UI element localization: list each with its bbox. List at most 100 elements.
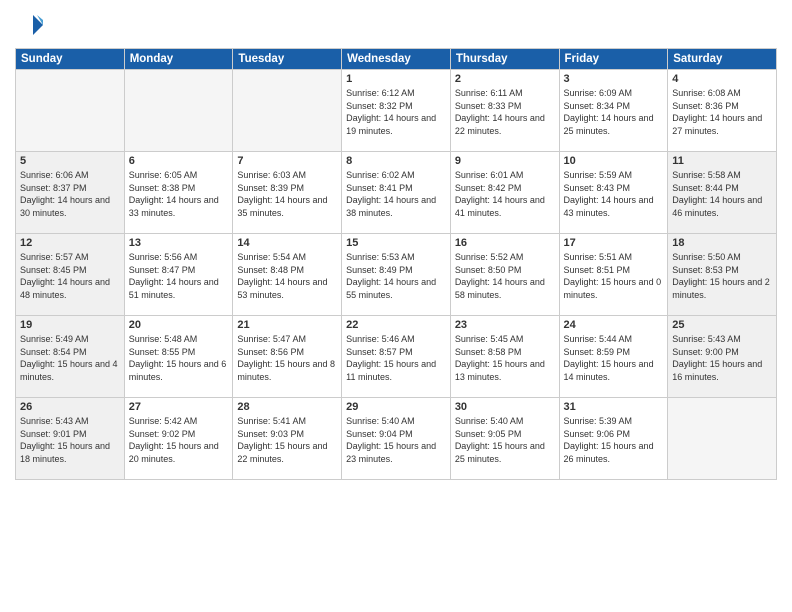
day-number: 26 bbox=[20, 401, 120, 413]
calendar-week-row: 1 Sunrise: 6:12 AM Sunset: 8:32 PM Daylig… bbox=[16, 70, 777, 152]
day-info: Sunrise: 5:46 AM Sunset: 8:57 PM Dayligh… bbox=[346, 333, 446, 383]
weekday-header: Thursday bbox=[450, 49, 559, 70]
day-info: Sunrise: 5:50 AM Sunset: 8:53 PM Dayligh… bbox=[672, 251, 772, 301]
day-info: Sunrise: 6:02 AM Sunset: 8:41 PM Dayligh… bbox=[346, 169, 446, 219]
day-number: 13 bbox=[129, 237, 229, 249]
day-number: 17 bbox=[564, 237, 664, 249]
calendar-cell: 7 Sunrise: 6:03 AM Sunset: 8:39 PM Daylig… bbox=[233, 152, 342, 234]
logo-icon bbox=[15, 10, 45, 40]
day-number: 12 bbox=[20, 237, 120, 249]
day-info: Sunrise: 5:45 AM Sunset: 8:58 PM Dayligh… bbox=[455, 333, 555, 383]
calendar-cell: 8 Sunrise: 6:02 AM Sunset: 8:41 PM Daylig… bbox=[342, 152, 451, 234]
calendar-table: SundayMondayTuesdayWednesdayThursdayFrid… bbox=[15, 48, 777, 480]
calendar-cell bbox=[16, 70, 125, 152]
day-info: Sunrise: 5:47 AM Sunset: 8:56 PM Dayligh… bbox=[237, 333, 337, 383]
day-info: Sunrise: 6:09 AM Sunset: 8:34 PM Dayligh… bbox=[564, 87, 664, 137]
day-info: Sunrise: 5:49 AM Sunset: 8:54 PM Dayligh… bbox=[20, 333, 120, 383]
day-number: 9 bbox=[455, 155, 555, 167]
day-number: 22 bbox=[346, 319, 446, 331]
calendar-header-row: SundayMondayTuesdayWednesdayThursdayFrid… bbox=[16, 49, 777, 70]
calendar-cell: 3 Sunrise: 6:09 AM Sunset: 8:34 PM Daylig… bbox=[559, 70, 668, 152]
calendar-cell: 12 Sunrise: 5:57 AM Sunset: 8:45 PM Dayli… bbox=[16, 234, 125, 316]
day-info: Sunrise: 6:12 AM Sunset: 8:32 PM Dayligh… bbox=[346, 87, 446, 137]
day-number: 19 bbox=[20, 319, 120, 331]
day-number: 14 bbox=[237, 237, 337, 249]
calendar-week-row: 12 Sunrise: 5:57 AM Sunset: 8:45 PM Dayli… bbox=[16, 234, 777, 316]
day-info: Sunrise: 5:54 AM Sunset: 8:48 PM Dayligh… bbox=[237, 251, 337, 301]
day-info: Sunrise: 5:56 AM Sunset: 8:47 PM Dayligh… bbox=[129, 251, 229, 301]
calendar-cell: 21 Sunrise: 5:47 AM Sunset: 8:56 PM Dayli… bbox=[233, 316, 342, 398]
weekday-header: Wednesday bbox=[342, 49, 451, 70]
day-number: 21 bbox=[237, 319, 337, 331]
header bbox=[15, 10, 777, 40]
calendar-cell: 27 Sunrise: 5:42 AM Sunset: 9:02 PM Dayli… bbox=[124, 398, 233, 480]
calendar-cell: 4Sunrise: 6:08 AM Sunset: 8:36 PM Daylig… bbox=[668, 70, 777, 152]
day-info: Sunrise: 6:06 AM Sunset: 8:37 PM Dayligh… bbox=[20, 169, 120, 219]
day-number: 2 bbox=[455, 73, 555, 85]
day-info: Sunrise: 5:53 AM Sunset: 8:49 PM Dayligh… bbox=[346, 251, 446, 301]
calendar-cell: 15 Sunrise: 5:53 AM Sunset: 8:49 PM Dayli… bbox=[342, 234, 451, 316]
day-number: 3 bbox=[564, 73, 664, 85]
calendar-cell bbox=[668, 398, 777, 480]
weekday-header: Friday bbox=[559, 49, 668, 70]
calendar-cell: 10Sunrise: 5:59 AM Sunset: 8:43 PM Dayli… bbox=[559, 152, 668, 234]
day-number: 18 bbox=[672, 237, 772, 249]
calendar-cell: 14 Sunrise: 5:54 AM Sunset: 8:48 PM Dayli… bbox=[233, 234, 342, 316]
calendar-cell: 2 Sunrise: 6:11 AM Sunset: 8:33 PM Daylig… bbox=[450, 70, 559, 152]
day-info: Sunrise: 5:39 AM Sunset: 9:06 PM Dayligh… bbox=[564, 415, 664, 465]
calendar-cell: 1 Sunrise: 6:12 AM Sunset: 8:32 PM Daylig… bbox=[342, 70, 451, 152]
day-number: 7 bbox=[237, 155, 337, 167]
calendar-cell: 28 Sunrise: 5:41 AM Sunset: 9:03 PM Dayli… bbox=[233, 398, 342, 480]
calendar-cell: 26 Sunrise: 5:43 AM Sunset: 9:01 PM Dayli… bbox=[16, 398, 125, 480]
calendar-week-row: 19 Sunrise: 5:49 AM Sunset: 8:54 PM Dayli… bbox=[16, 316, 777, 398]
weekday-header: Saturday bbox=[668, 49, 777, 70]
day-info: Sunrise: 5:41 AM Sunset: 9:03 PM Dayligh… bbox=[237, 415, 337, 465]
day-info: Sunrise: 5:40 AM Sunset: 9:05 PM Dayligh… bbox=[455, 415, 555, 465]
day-info: Sunrise: 5:52 AM Sunset: 8:50 PM Dayligh… bbox=[455, 251, 555, 301]
weekday-header: Tuesday bbox=[233, 49, 342, 70]
calendar-cell: 23 Sunrise: 5:45 AM Sunset: 8:58 PM Dayli… bbox=[450, 316, 559, 398]
day-info: Sunrise: 5:44 AM Sunset: 8:59 PM Dayligh… bbox=[564, 333, 664, 383]
day-number: 24 bbox=[564, 319, 664, 331]
day-number: 23 bbox=[455, 319, 555, 331]
logo bbox=[15, 10, 49, 40]
day-number: 27 bbox=[129, 401, 229, 413]
day-number: 20 bbox=[129, 319, 229, 331]
day-info: Sunrise: 5:57 AM Sunset: 8:45 PM Dayligh… bbox=[20, 251, 120, 301]
calendar-cell: 19 Sunrise: 5:49 AM Sunset: 8:54 PM Dayli… bbox=[16, 316, 125, 398]
day-number: 1 bbox=[346, 73, 446, 85]
day-info: Sunrise: 5:42 AM Sunset: 9:02 PM Dayligh… bbox=[129, 415, 229, 465]
day-number: 11 bbox=[672, 155, 772, 167]
day-number: 15 bbox=[346, 237, 446, 249]
day-number: 25 bbox=[672, 319, 772, 331]
day-info: Sunrise: 5:51 AM Sunset: 8:51 PM Dayligh… bbox=[564, 251, 664, 301]
calendar-cell: 31Sunrise: 5:39 AM Sunset: 9:06 PM Dayli… bbox=[559, 398, 668, 480]
day-number: 16 bbox=[455, 237, 555, 249]
calendar-week-row: 5 Sunrise: 6:06 AM Sunset: 8:37 PM Daylig… bbox=[16, 152, 777, 234]
calendar-week-row: 26 Sunrise: 5:43 AM Sunset: 9:01 PM Dayli… bbox=[16, 398, 777, 480]
calendar-cell: 18 Sunrise: 5:50 AM Sunset: 8:53 PM Dayli… bbox=[668, 234, 777, 316]
day-info: Sunrise: 6:05 AM Sunset: 8:38 PM Dayligh… bbox=[129, 169, 229, 219]
calendar-cell: 17 Sunrise: 5:51 AM Sunset: 8:51 PM Dayli… bbox=[559, 234, 668, 316]
calendar-cell: 29Sunrise: 5:40 AM Sunset: 9:04 PM Dayli… bbox=[342, 398, 451, 480]
day-info: Sunrise: 5:43 AM Sunset: 9:01 PM Dayligh… bbox=[20, 415, 120, 465]
day-info: Sunrise: 6:08 AM Sunset: 8:36 PM Dayligh… bbox=[672, 87, 772, 137]
day-info: Sunrise: 5:48 AM Sunset: 8:55 PM Dayligh… bbox=[129, 333, 229, 383]
calendar-cell: 11 Sunrise: 5:58 AM Sunset: 8:44 PM Dayli… bbox=[668, 152, 777, 234]
calendar-cell: 13 Sunrise: 5:56 AM Sunset: 8:47 PM Dayli… bbox=[124, 234, 233, 316]
day-number: 6 bbox=[129, 155, 229, 167]
day-info: Sunrise: 5:58 AM Sunset: 8:44 PM Dayligh… bbox=[672, 169, 772, 219]
calendar-cell: 24 Sunrise: 5:44 AM Sunset: 8:59 PM Dayli… bbox=[559, 316, 668, 398]
day-info: Sunrise: 5:43 AM Sunset: 9:00 PM Dayligh… bbox=[672, 333, 772, 383]
calendar-cell: 22 Sunrise: 5:46 AM Sunset: 8:57 PM Dayli… bbox=[342, 316, 451, 398]
day-number: 28 bbox=[237, 401, 337, 413]
day-number: 5 bbox=[20, 155, 120, 167]
day-number: 8 bbox=[346, 155, 446, 167]
calendar-cell: 6 Sunrise: 6:05 AM Sunset: 8:38 PM Daylig… bbox=[124, 152, 233, 234]
calendar-page: SundayMondayTuesdayWednesdayThursdayFrid… bbox=[0, 0, 792, 612]
weekday-header: Sunday bbox=[16, 49, 125, 70]
day-info: Sunrise: 5:40 AM Sunset: 9:04 PM Dayligh… bbox=[346, 415, 446, 465]
day-info: Sunrise: 6:03 AM Sunset: 8:39 PM Dayligh… bbox=[237, 169, 337, 219]
day-info: Sunrise: 6:11 AM Sunset: 8:33 PM Dayligh… bbox=[455, 87, 555, 137]
day-info: Sunrise: 6:01 AM Sunset: 8:42 PM Dayligh… bbox=[455, 169, 555, 219]
